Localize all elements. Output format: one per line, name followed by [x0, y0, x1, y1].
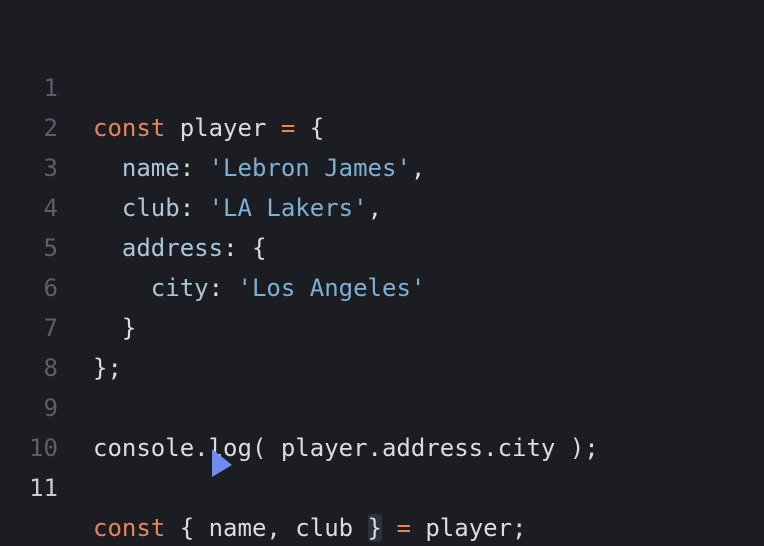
code-line-current[interactable]: 11 const { name, club } = player; [0, 428, 527, 542]
property-token: club [121, 194, 180, 222]
punctuation-token: } [93, 314, 137, 342]
code-text: console.log( player.address.city ); [93, 428, 599, 468]
punctuation-token: { [295, 114, 325, 142]
string-token: 'LA Lakers' [208, 194, 368, 222]
operator-token: = [396, 514, 411, 542]
code-text: const { name, club } = player; [93, 508, 527, 546]
line-number: 11 [29, 474, 58, 502]
code-text: const player = { [93, 108, 324, 148]
code-line[interactable]: 9 console.log( player.address.city ); [0, 348, 599, 462]
destructure-token: { name, club [165, 514, 368, 542]
mouse-pointer-icon [212, 449, 232, 477]
operator-token: = [280, 114, 296, 142]
code-text: address: { [93, 228, 267, 268]
punctuation-token: : { [223, 234, 267, 262]
identifier-token: player; [410, 514, 527, 542]
indent-token [93, 234, 122, 262]
keyword-token: const [93, 514, 166, 542]
code-line[interactable]: 3 club: 'LA Lakers', [0, 108, 382, 222]
punctuation-token: }; [93, 354, 122, 382]
code-line[interactable]: 5 city: 'Los Angeles' [0, 188, 426, 302]
indent-token [93, 274, 151, 302]
code-text: } [93, 308, 136, 348]
punctuation-token: , [367, 194, 383, 222]
indent-token [93, 194, 122, 222]
code-text: }; [93, 348, 122, 388]
string-token: 'Los Angeles' [237, 274, 426, 302]
code-line[interactable]: 2 name: 'Lebron James', [0, 68, 426, 182]
expression-token: console.log( player.address.city ); [93, 434, 599, 462]
property-token: name [121, 154, 180, 182]
code-editor[interactable]: 1 const player = { 2 name: 'Lebron James… [0, 0, 764, 546]
property-token: city [150, 274, 209, 302]
code-line[interactable]: 7 }; [0, 268, 122, 382]
code-line[interactable]: 10 [0, 388, 58, 462]
code-line[interactable]: 6 } [0, 228, 137, 342]
code-text: city: 'Los Angeles' [93, 268, 426, 308]
identifier-token: player [165, 114, 281, 142]
punctuation-token: : [208, 274, 238, 302]
code-text: club: 'LA Lakers', [93, 188, 382, 228]
indent-token [93, 154, 122, 182]
matching-bracket-highlight: } [367, 514, 382, 542]
code-line[interactable]: 4 address: { [0, 148, 267, 262]
keyword-token: const [93, 114, 166, 142]
string-token: 'Lebron James' [208, 154, 411, 182]
code-text: name: 'Lebron James', [93, 148, 425, 188]
punctuation-token: : [179, 194, 209, 222]
punctuation-token: , [410, 154, 426, 182]
code-line[interactable]: 1 const player = { [0, 28, 325, 142]
code-line[interactable]: 8 [0, 308, 58, 382]
property-token: address [121, 234, 224, 262]
punctuation-token: : [179, 154, 209, 182]
